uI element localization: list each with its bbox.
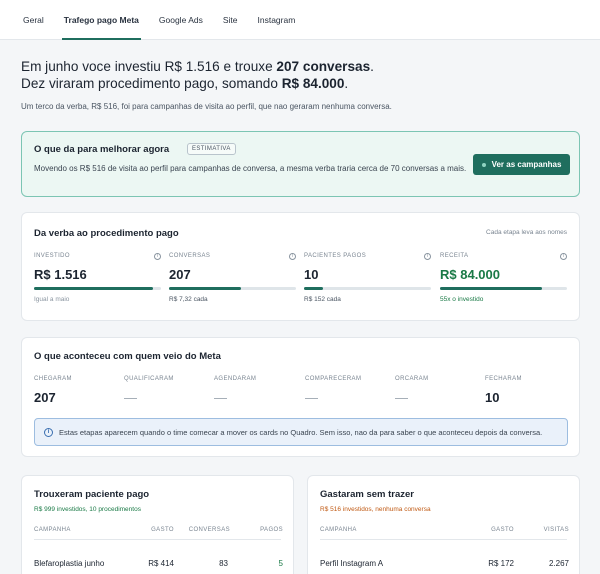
funnel-title: Da verba ao procedimento pago: [34, 228, 179, 239]
stage-label: QUALIFICARAM: [124, 376, 174, 382]
table-cell-visits: 2.267: [548, 559, 569, 568]
header-divider: [34, 539, 281, 540]
info-icon[interactable]: i: [289, 253, 296, 260]
col-header: GASTO: [151, 527, 174, 533]
stage-label: AGENDARAM: [214, 376, 257, 382]
stage-chegaram: CHEGARAM 207: [34, 376, 124, 405]
header-divider: [320, 539, 567, 540]
recommendation-title: O que da para melhorar agora: [34, 144, 170, 155]
meta-title: O que aconteceu com quem veio do Meta: [34, 351, 221, 362]
wasted-campaigns-card: Gastaram sem trazer R$ 516 investidos, n…: [307, 475, 580, 574]
table-cell-conversations: 83: [219, 559, 228, 568]
summary-headline: Em junho voce investiu R$ 1.516 e trouxe…: [21, 58, 581, 92]
view-campaigns-label: Ver as campanhas: [491, 160, 562, 169]
table-cell-campaign[interactable]: Blefaroplastia junho: [34, 559, 104, 568]
stage-orcaram: ORCARAM —: [395, 376, 485, 405]
metric-value: R$ 1.516: [34, 267, 87, 282]
tab-google-ads[interactable]: Google Ads: [149, 0, 213, 40]
table-cell-spend: R$ 172: [488, 559, 514, 568]
metric-value: R$ 84.000: [440, 267, 500, 282]
metric-label: PACIENTES PAGOS: [304, 253, 367, 259]
stage-label: CHEGARAM: [34, 376, 72, 382]
metric-bar: [169, 287, 296, 290]
metric-bar-fill: [34, 287, 154, 290]
metric-conversas: CONVERSAS i 207 R$ 7,32 cada: [169, 253, 296, 303]
stage-value: —: [214, 390, 227, 405]
tab-trafego-pago-meta[interactable]: Trafego pago Meta: [54, 0, 149, 40]
metric-bar: [34, 287, 161, 290]
col-header: GASTO: [491, 527, 514, 533]
headline-conversations: 207 conversas: [276, 59, 371, 74]
dot-icon: [481, 162, 486, 167]
stage-label: ORCARAM: [395, 376, 429, 382]
stage-value: —: [124, 390, 137, 405]
headline-punct: .: [344, 76, 349, 91]
metric-sub: 55x o investido: [440, 296, 484, 303]
estimate-badge: ESTIMATIVA: [187, 143, 236, 155]
stage-value: 10: [485, 390, 500, 405]
paid-campaigns-sub: R$ 999 investidos, 10 procedimentos: [34, 506, 141, 513]
metric-label: CONVERSAS: [169, 253, 211, 259]
view-campaigns-button[interactable]: Ver as campanhas: [473, 154, 570, 175]
headline-punct: .: [370, 59, 374, 74]
metric-bar: [440, 287, 567, 290]
tab-instagram[interactable]: Instagram: [248, 0, 306, 40]
info-icon: i: [44, 428, 53, 437]
headline-revenue: R$ 84.000: [281, 76, 345, 91]
metric-bar-fill: [304, 287, 324, 290]
metric-pacientes-pagos: PACIENTES PAGOS i 10 R$ 152 cada: [304, 253, 431, 303]
meta-outcomes-card: O que aconteceu com quem veio do Meta CH…: [21, 337, 580, 457]
col-header: VISITAS: [543, 527, 569, 533]
wasted-campaigns-sub: R$ 516 investidos, nenhuma conversa: [320, 506, 431, 513]
funnel-note[interactable]: Cada etapa leva aos nomes: [486, 229, 567, 236]
paid-campaigns-card: Trouxeram paciente pago R$ 999 investido…: [21, 475, 294, 574]
metric-value: 10: [304, 267, 319, 282]
headline-text: Em junho voce investiu R$ 1.516 e trouxe: [21, 59, 277, 74]
stage-agendaram: AGENDARAM —: [214, 376, 304, 405]
headline-text: Dez viraram procedimento pago, somando: [21, 76, 282, 91]
stage-value: —: [305, 390, 318, 405]
table-cell-spend: R$ 414: [148, 559, 174, 568]
stage-value: 207: [34, 390, 56, 405]
wasted-campaigns-title: Gastaram sem trazer: [320, 489, 414, 500]
metric-sub: Igual a maio: [34, 296, 70, 303]
metric-sub: R$ 152 cada: [304, 296, 341, 303]
metric-sub: R$ 7,32 cada: [169, 296, 208, 303]
stage-compareceram: COMPARECERAM —: [305, 376, 395, 405]
paid-campaigns-title: Trouxeram paciente pago: [34, 489, 150, 500]
col-header: CONVERSAS: [188, 527, 230, 533]
table-cell-campaign[interactable]: Perfil Instagram A: [320, 559, 383, 568]
metric-bar-fill: [169, 287, 242, 290]
recommendation-card: O que da para melhorar agora ESTIMATIVA …: [21, 131, 580, 197]
table-cell-paid: 5: [278, 559, 283, 568]
top-tabs: Geral Trafego pago Meta Google Ads Site …: [0, 0, 600, 40]
info-notice: i Estas etapas aparecem quando o time co…: [34, 418, 568, 446]
funnel-card: Da verba ao procedimento pago Cada etapa…: [21, 212, 580, 321]
metric-label: RECEITA: [440, 253, 469, 259]
col-header: CAMPANHA: [34, 527, 71, 533]
tab-site[interactable]: Site: [213, 0, 248, 40]
tab-geral[interactable]: Geral: [13, 0, 54, 40]
metric-bar-fill: [440, 287, 542, 290]
metric-value: 207: [169, 267, 191, 282]
stage-value: —: [395, 390, 408, 405]
summary-subline: Um terco da verba, R$ 516, foi para camp…: [21, 102, 392, 111]
metric-label: INVESTIDO: [34, 253, 70, 259]
notice-text: Estas etapas aparecem quando o time come…: [59, 427, 543, 437]
metric-bar: [304, 287, 431, 290]
metric-investido: INVESTIDO i R$ 1.516 Igual a maio: [34, 253, 161, 303]
stage-label: FECHARAM: [485, 376, 522, 382]
stage-qualificaram: QUALIFICARAM —: [124, 376, 214, 405]
stage-fecharam: FECHARAM 10: [485, 376, 575, 405]
col-header: PAGOS: [260, 527, 283, 533]
recommendation-text: Movendo os R$ 516 de visita ao perfil pa…: [34, 164, 467, 173]
metric-receita: RECEITA i R$ 84.000 55x o investido: [440, 253, 567, 303]
col-header: CAMPANHA: [320, 527, 357, 533]
info-icon[interactable]: i: [560, 253, 567, 260]
info-icon[interactable]: i: [154, 253, 161, 260]
stage-label: COMPARECERAM: [305, 376, 362, 382]
info-icon[interactable]: i: [424, 253, 431, 260]
